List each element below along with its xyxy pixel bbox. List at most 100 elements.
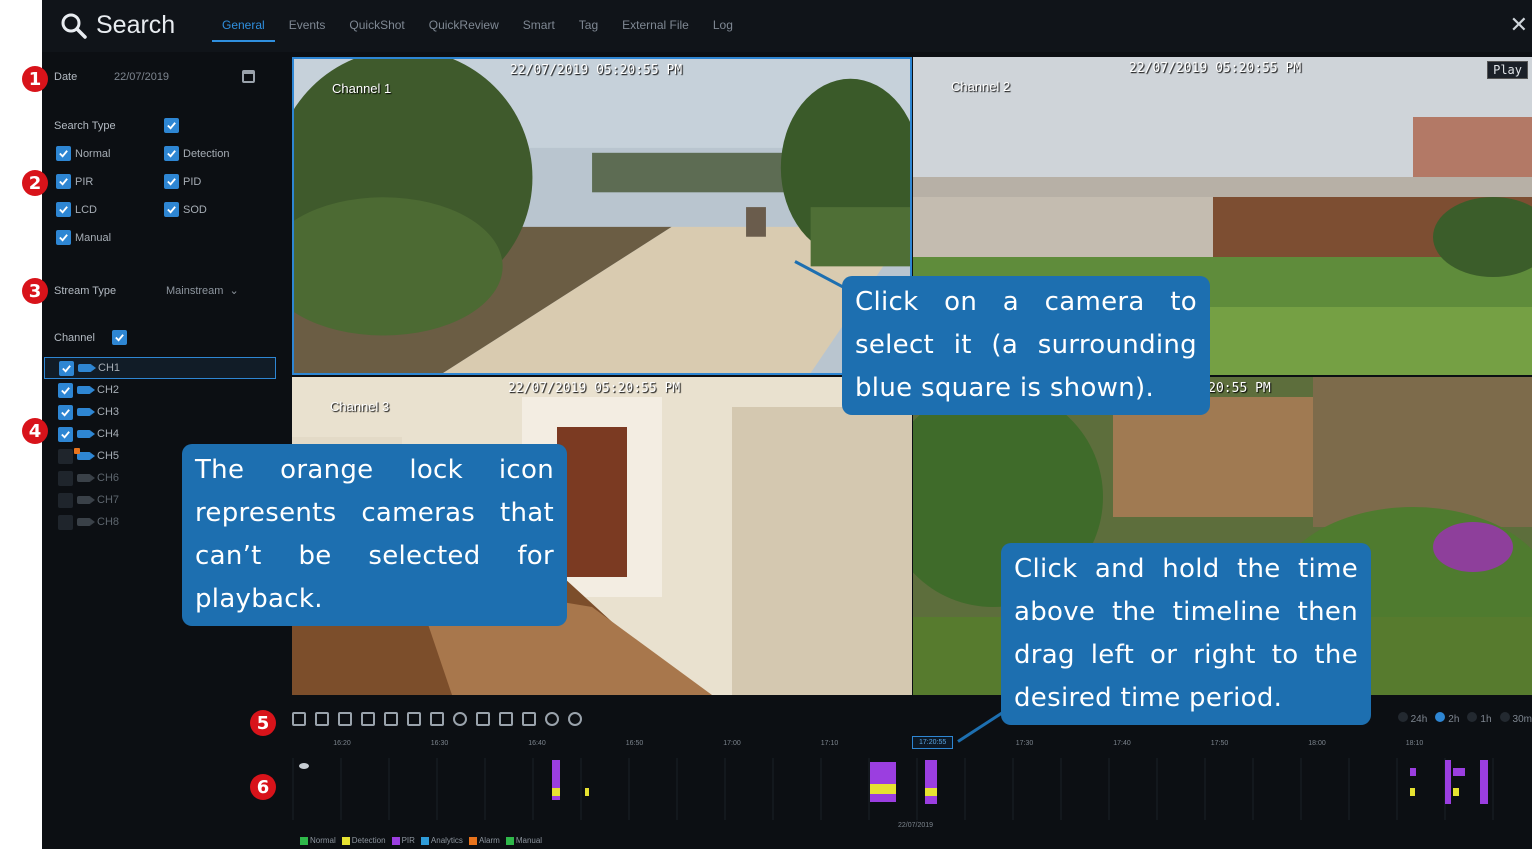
camera-icon [78,364,96,372]
timestamp-overlay: 22/07/2019 05:20:55 PM [510,63,683,78]
radio-icon[interactable] [1499,712,1510,722]
range-2h[interactable]: 2h [1435,712,1459,725]
search-icon [61,13,87,39]
date-field[interactable]: 22/07/2019 [114,71,242,83]
camera-feed-image [294,59,910,373]
legend-swatch [341,836,350,845]
checkbox-icon[interactable] [56,202,71,217]
radio-icon[interactable] [1467,712,1478,722]
channel-row-ch2[interactable]: CH2 [44,379,276,401]
legend-item: PIR [391,836,415,845]
stop-icon[interactable] [407,712,421,726]
stream-type-label: Stream Type [54,284,117,297]
radio-icon[interactable] [1435,712,1446,722]
channel-label: CH8 [97,516,120,528]
stream-type-row: Stream Type Mainstream ⌄ [54,284,264,298]
tab-quickreview[interactable]: QuickReview [419,18,509,42]
fast-forward-icon[interactable] [430,712,444,726]
timeline-cursor-time[interactable]: 17:20:55 [912,736,954,749]
channel-label: CH6 [97,472,120,484]
step-icon[interactable] [384,712,398,726]
legend-swatch [391,836,400,845]
type-sod[interactable]: SOD [164,202,207,217]
type-label: PIR [75,175,94,188]
tab-bar: General Events QuickShot QuickReview Sma… [212,18,747,42]
timeline-tick-label: 17:50 [1210,740,1229,747]
type-lcd[interactable]: LCD [56,202,97,217]
range-label: 1h [1480,714,1492,725]
lock-icon [74,448,80,454]
checkbox-icon[interactable] [58,382,73,398]
video-tile-channel-1[interactable]: 22/07/2019 05:20:55 PM Channel 1 [292,57,912,375]
checkbox-icon[interactable] [59,360,74,376]
checkbox-icon[interactable] [56,230,71,245]
clip-icon[interactable] [476,712,490,726]
channel-row-ch1[interactable]: CH1 [44,357,276,379]
tab-general[interactable]: General [212,18,275,42]
fit-screen-icon[interactable] [292,712,306,726]
search-type-all-checkbox[interactable] [164,118,179,133]
recording-timeline[interactable] [285,758,1532,820]
recording-segment [1445,760,1451,804]
checkbox-icon[interactable] [58,470,73,486]
checkbox-icon[interactable] [164,146,179,161]
tab-external-file[interactable]: External File [612,18,699,42]
annotation-number-1: 1 [22,66,48,92]
type-pid[interactable]: PID [164,174,201,189]
pause-icon[interactable] [361,712,375,726]
page-title-text: Search [96,11,176,39]
checkbox-icon[interactable] [164,202,179,217]
range-label: 24h [1410,714,1428,725]
volume-icon[interactable] [568,712,582,726]
checkbox-icon[interactable] [164,174,179,189]
chevron-down-icon[interactable]: ⌄ [229,284,238,297]
checkbox-icon[interactable] [56,174,71,189]
snapshot-icon[interactable] [522,712,536,726]
slow-play-icon[interactable] [338,712,352,726]
legend-label: Manual [515,836,543,845]
range-1h[interactable]: 1h [1467,712,1492,725]
channel-label: CH7 [97,494,120,506]
tab-smart[interactable]: Smart [513,18,565,42]
audio-icon[interactable] [499,712,513,726]
checkbox-icon[interactable] [58,492,73,508]
checkbox-icon[interactable] [58,426,73,442]
zoom-icon[interactable] [453,712,467,726]
checkbox-icon[interactable] [58,404,73,420]
close-button[interactable]: ✕ [1510,14,1528,36]
type-pir[interactable]: PIR [56,174,93,189]
range-24h[interactable]: 24h [1397,712,1428,725]
radio-icon[interactable] [1397,712,1408,722]
channel-row-ch3[interactable]: CH3 [44,401,276,423]
tab-quickshot[interactable]: QuickShot [339,18,414,42]
camera-icon [77,386,95,394]
type-detection[interactable]: Detection [164,146,229,161]
timestamp-overlay: 22/07/2019 05:20:55 PM [508,381,681,396]
calendar-icon[interactable] [242,70,255,83]
type-label: LCD [75,203,98,216]
tab-tag[interactable]: Tag [569,18,608,42]
legend-swatch [300,836,308,845]
type-manual[interactable]: Manual [56,230,111,245]
legend-swatch [468,836,477,845]
rewind-icon[interactable] [315,712,329,726]
channel-label: CH4 [97,428,120,440]
type-normal[interactable]: Normal [56,146,110,161]
checkbox-icon[interactable] [58,514,73,530]
checkbox-icon[interactable] [56,146,71,161]
range-30m[interactable]: 30m [1499,712,1532,725]
tab-log[interactable]: Log [703,18,743,42]
annotation-number-3: 3 [22,278,48,304]
channel-all-checkbox[interactable] [112,330,127,345]
callout-lock-icon: The orange lock icon represents cameras … [182,444,567,626]
channel-row-ch4[interactable]: CH4 [44,423,276,445]
page-title: Search [60,11,175,40]
legend-label: PIR [401,836,415,845]
channel-label: Channel [54,331,95,344]
tab-events[interactable]: Events [279,18,336,42]
tag-icon[interactable] [545,712,559,726]
stream-type-select[interactable]: Mainstream [166,285,223,297]
camera-icon [74,448,95,460]
timeline-tick-label: 16:30 [430,740,449,747]
recording-segment [870,784,896,794]
